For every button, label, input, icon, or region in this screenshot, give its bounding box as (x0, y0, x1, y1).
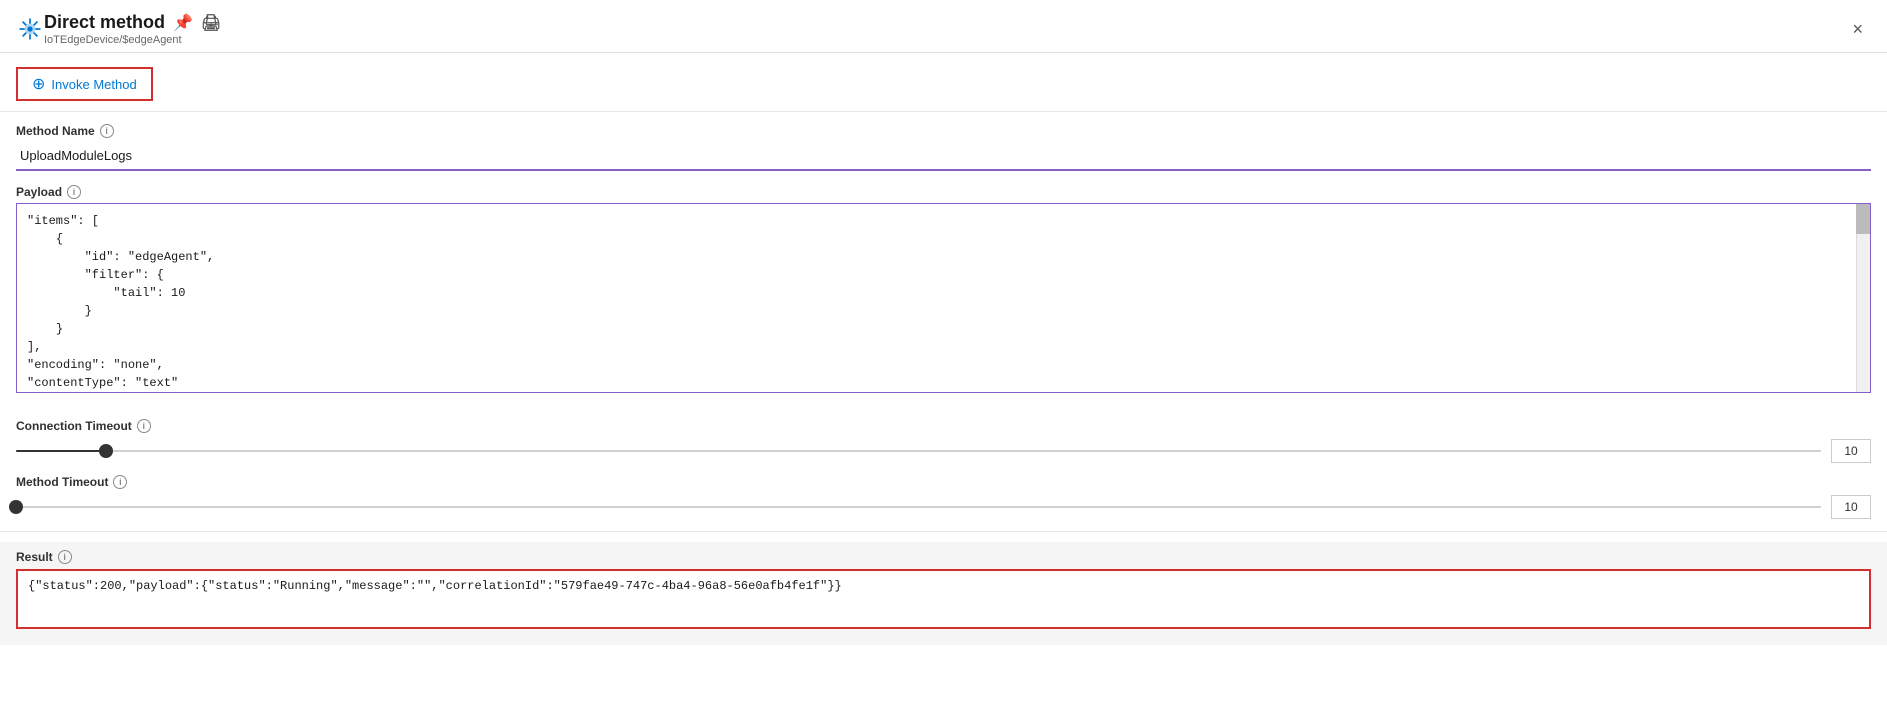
azure-logo-icon (16, 15, 44, 43)
payload-scrollbar[interactable] (1856, 204, 1870, 392)
method-timeout-value: 10 (1831, 495, 1871, 519)
invoke-label: Invoke Method (51, 77, 136, 92)
direct-method-panel: Direct method 📌 🖨 IoTEdgeDevice/$edgeAge… (0, 0, 1887, 720)
close-button[interactable]: × (1844, 15, 1871, 44)
result-section: Result i {"status":200,"payload":{"statu… (0, 542, 1887, 645)
payload-group: Payload i (16, 185, 1871, 393)
result-info-icon[interactable]: i (58, 550, 72, 564)
panel-title: Direct method 📌 🖨 (44, 12, 1844, 33)
payload-textarea[interactable] (17, 204, 1870, 389)
connection-timeout-label: Connection Timeout i (16, 419, 1871, 433)
method-name-group: Method Name i (16, 124, 1871, 171)
bottom-area: Result i {"status":200,"payload":{"statu… (0, 542, 1887, 645)
method-name-input[interactable] (16, 142, 1871, 171)
result-label: Result i (16, 542, 1871, 564)
payload-info-icon[interactable]: i (67, 185, 81, 199)
method-timeout-label: Method Timeout i (16, 475, 1871, 489)
pin-icon[interactable]: 📌 (173, 13, 193, 33)
connection-timeout-value: 10 (1831, 439, 1871, 463)
method-timeout-section: Method Timeout i 10 (0, 475, 1887, 519)
connection-timeout-fill (16, 450, 106, 452)
method-timeout-track (16, 506, 1821, 508)
method-timeout-row: 10 (16, 495, 1871, 519)
payload-container (16, 203, 1871, 393)
connection-timeout-info-icon[interactable]: i (137, 419, 151, 433)
connection-timeout-thumb[interactable] (99, 444, 113, 458)
connection-timeout-row: 10 (16, 439, 1871, 463)
connection-timeout-track (16, 450, 1821, 452)
form-section: Method Name i Payload i (0, 112, 1887, 419)
print-icon[interactable]: 🖨 (201, 13, 221, 33)
separator (0, 531, 1887, 532)
method-name-info-icon[interactable]: i (100, 124, 114, 138)
invoke-method-button[interactable]: ⊕ Invoke Method (16, 67, 153, 101)
payload-label: Payload i (16, 185, 1871, 199)
panel-subtitle: IoTEdgeDevice/$edgeAgent (44, 34, 1844, 46)
header-title-group: Direct method 📌 🖨 IoTEdgeDevice/$edgeAge… (44, 12, 1844, 46)
method-name-label: Method Name i (16, 124, 1871, 138)
result-box: {"status":200,"payload":{"status":"Runni… (16, 569, 1871, 629)
method-timeout-thumb[interactable] (9, 500, 23, 514)
method-timeout-info-icon[interactable]: i (113, 475, 127, 489)
title-text: Direct method (44, 12, 165, 33)
invoke-icon: ⊕ (32, 74, 45, 94)
payload-scrollbar-thumb (1856, 204, 1870, 234)
panel-header: Direct method 📌 🖨 IoTEdgeDevice/$edgeAge… (0, 0, 1887, 53)
invoke-section: ⊕ Invoke Method (0, 53, 1887, 112)
result-text: {"status":200,"payload":{"status":"Runni… (28, 579, 1859, 593)
connection-timeout-section: Connection Timeout i 10 (0, 419, 1887, 463)
